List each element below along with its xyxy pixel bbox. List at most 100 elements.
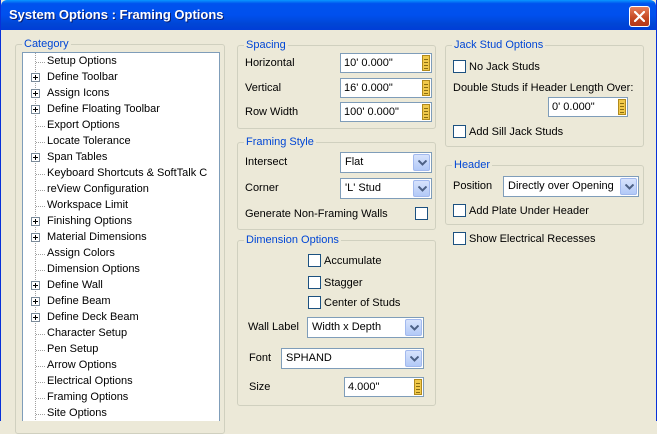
tree-item-label: Define Floating Toolbar xyxy=(47,103,160,115)
tree-item-label: Material Dimensions xyxy=(47,231,147,243)
tree-connector xyxy=(36,398,45,399)
tree-item[interactable]: Finishing Options xyxy=(23,214,203,230)
no-jack-studs-label: No Jack Studs xyxy=(469,61,540,73)
dimension-options-label: Dimension Options xyxy=(244,234,341,246)
intersect-select[interactable]: Flat xyxy=(340,152,432,173)
tree-item[interactable]: Define Deck Beam xyxy=(23,310,203,326)
wall-label-select[interactable]: Width x Depth xyxy=(307,317,424,338)
expand-plus-icon[interactable] xyxy=(31,297,40,306)
row-width-label: Row Width xyxy=(245,106,299,118)
expand-plus-icon[interactable] xyxy=(31,233,40,242)
position-dropdown-button[interactable] xyxy=(620,178,637,195)
tree-item[interactable]: Dimension Options xyxy=(23,262,203,278)
accumulate-label: Accumulate xyxy=(324,255,382,267)
tree-item[interactable]: Define Floating Toolbar xyxy=(23,102,203,118)
expand-plus-icon[interactable] xyxy=(31,105,40,114)
add-sill-jack-checkbox[interactable] xyxy=(453,125,466,138)
corner-dropdown-button[interactable] xyxy=(413,180,430,197)
position-select[interactable]: Directly over Opening xyxy=(503,176,639,197)
close-icon xyxy=(634,11,645,22)
intersect-value: Flat xyxy=(345,156,364,168)
size-spin-icon[interactable] xyxy=(414,379,422,395)
tree-item[interactable]: Export Options xyxy=(23,118,203,134)
tree-item-label: Arrow Options xyxy=(47,359,117,371)
row-width-value: 100' 0.000" xyxy=(344,106,399,118)
expand-plus-icon[interactable] xyxy=(31,73,40,82)
double-studs-spin-icon[interactable] xyxy=(618,99,626,115)
corner-select[interactable]: 'L' Stud xyxy=(340,178,432,199)
size-field[interactable]: 4.000" xyxy=(344,377,424,397)
horizontal-spin-icon[interactable] xyxy=(422,55,430,71)
close-button[interactable] xyxy=(629,6,650,27)
title-bar[interactable]: System Options : Framing Options xyxy=(1,0,656,30)
chevron-down-icon xyxy=(410,325,419,331)
tree-item-label: reView Configuration xyxy=(47,183,149,195)
tree-item[interactable]: Framing Options xyxy=(23,390,203,406)
tree-item[interactable]: Setup Options xyxy=(23,54,203,70)
double-studs-field[interactable]: 0' 0.000" xyxy=(548,97,628,117)
tree-item-label: Character Setup xyxy=(47,327,128,339)
corner-label: Corner xyxy=(245,182,279,194)
tree-item-label: Define Wall xyxy=(47,279,103,291)
wall-label-value: Width x Depth xyxy=(312,321,382,333)
font-label: Font xyxy=(249,352,272,364)
font-dropdown-button[interactable] xyxy=(405,350,422,367)
expand-plus-icon[interactable] xyxy=(31,217,40,226)
center-of-studs-checkbox[interactable] xyxy=(308,296,321,309)
accumulate-checkbox[interactable] xyxy=(308,254,321,267)
tree-item[interactable]: Character Setup xyxy=(23,326,203,342)
wall-label-dropdown-button[interactable] xyxy=(405,319,422,336)
chevron-down-icon xyxy=(625,184,634,190)
chevron-down-icon xyxy=(418,186,427,192)
tree-item-label: Pen Setup xyxy=(47,343,99,355)
tree-item[interactable]: Assign Icons xyxy=(23,86,203,102)
tree-item[interactable]: Workspace Limit xyxy=(23,198,203,214)
show-electrical-label: Show Electrical Recesses xyxy=(469,233,596,245)
tree-item[interactable]: Define Wall xyxy=(23,278,203,294)
expand-plus-icon[interactable] xyxy=(31,281,40,290)
category-tree[interactable]: Setup Options Define Toolbar Assign Icons D… xyxy=(22,52,220,421)
header-label: Header xyxy=(452,159,493,171)
tree-item[interactable]: Arrow Options xyxy=(23,358,203,374)
vertical-label: Vertical xyxy=(245,82,282,94)
tree-item[interactable]: Pen Setup xyxy=(23,342,203,358)
expand-plus-icon[interactable] xyxy=(31,313,40,322)
horizontal-spacing-value: 10' 0.000" xyxy=(344,57,393,69)
center-of-studs-label: Center of Studs xyxy=(324,297,401,309)
no-jack-studs-checkbox[interactable] xyxy=(453,60,466,73)
window-title: System Options : Framing Options xyxy=(9,7,224,22)
tree-item[interactable]: Site Options xyxy=(23,406,203,421)
tree-item-label: Dimension Options xyxy=(47,263,140,275)
tree-item[interactable]: reView Configuration xyxy=(23,182,203,198)
tree-item-label: Electrical Options xyxy=(47,375,133,387)
horizontal-spacing-field[interactable]: 10' 0.000" xyxy=(340,53,432,73)
tree-connector xyxy=(36,206,45,207)
framing-style-label: Framing Style xyxy=(244,136,316,148)
tree-item[interactable]: Span Tables xyxy=(23,150,203,166)
tree-item[interactable]: Electrical Options xyxy=(23,374,203,390)
jack-stud-label: Jack Stud Options xyxy=(452,39,546,51)
expand-plus-icon[interactable] xyxy=(31,89,40,98)
row-width-field[interactable]: 100' 0.000" xyxy=(340,102,432,122)
tree-item[interactable]: Assign Colors xyxy=(23,246,203,262)
vertical-spacing-field[interactable]: 16' 0.000" xyxy=(340,78,432,98)
row-width-spin-icon[interactable] xyxy=(422,104,430,120)
vertical-spin-icon[interactable] xyxy=(422,80,430,96)
expand-plus-icon[interactable] xyxy=(31,153,40,162)
show-electrical-checkbox[interactable] xyxy=(453,232,466,245)
font-select[interactable]: SPHAND xyxy=(281,348,424,369)
tree-item[interactable]: Define Beam xyxy=(23,294,203,310)
tree-item[interactable]: Keyboard Shortcuts & SoftTalk C xyxy=(23,166,207,182)
add-plate-label: Add Plate Under Header xyxy=(469,205,589,217)
tree-item[interactable]: Define Toolbar xyxy=(23,70,203,86)
tree-item[interactable]: Material Dimensions xyxy=(23,230,203,246)
intersect-dropdown-button[interactable] xyxy=(413,154,430,171)
stagger-checkbox[interactable] xyxy=(308,276,321,289)
add-plate-checkbox[interactable] xyxy=(453,204,466,217)
tree-item-label: Assign Colors xyxy=(47,247,115,259)
non-framing-checkbox[interactable] xyxy=(415,207,428,220)
tree-item[interactable]: Locate Tolerance xyxy=(23,134,203,150)
tree-connector xyxy=(36,174,45,175)
tree-connector xyxy=(36,382,45,383)
add-sill-jack-label: Add Sill Jack Studs xyxy=(469,126,564,138)
